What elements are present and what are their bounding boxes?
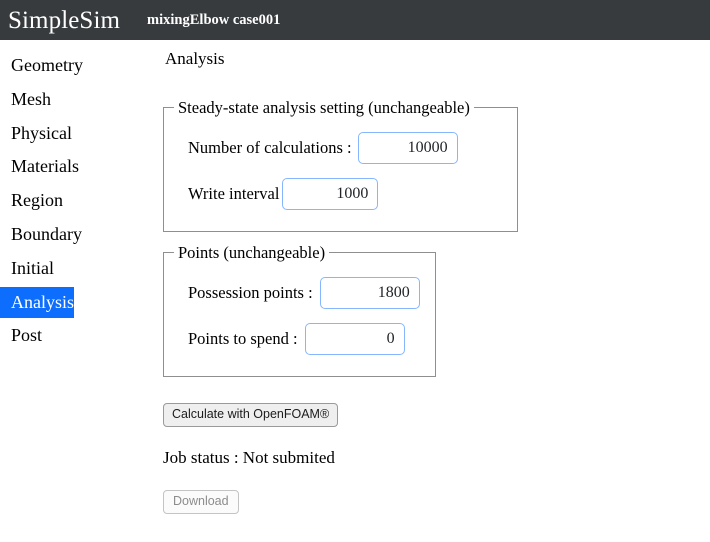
steady-state-settings-panel: Steady-state analysis setting (unchangea… [163, 97, 518, 232]
write-interval-row: Write interval [188, 177, 507, 210]
sidebar-row: Geometry [0, 50, 160, 84]
sidebar-nav: Geometry Mesh Physical Materials Region … [0, 40, 160, 354]
points-to-spend-label: Points to spend : [188, 328, 298, 348]
steady-state-settings-legend: Steady-state analysis setting (unchangea… [178, 97, 470, 117]
sidebar-row: Analysis [0, 286, 160, 321]
sidebar-row: Materials [0, 151, 160, 185]
sidebar-row: Region [0, 185, 160, 219]
write-interval-input[interactable] [282, 177, 379, 210]
points-panel-legend: Points (unchangeable) [178, 242, 326, 262]
sidebar-item-initial[interactable]: Initial [0, 253, 54, 285]
number-of-calculations-input[interactable] [357, 131, 458, 164]
points-to-spend-row: Points to spend : [188, 322, 425, 355]
possession-points-input[interactable] [319, 276, 420, 309]
sidebar-item-boundary[interactable]: Boundary [0, 219, 82, 251]
sidebar-item-geometry[interactable]: Geometry [0, 50, 83, 82]
sidebar-item-materials[interactable]: Materials [0, 151, 79, 183]
possession-points-row: Possession points : [188, 276, 425, 309]
write-interval-label: Write interval [188, 183, 280, 203]
download-button[interactable]: Download [163, 490, 239, 515]
sidebar-row: Post [0, 320, 160, 354]
points-to-spend-input[interactable] [304, 322, 405, 355]
number-of-calculations-label: Number of calculations : [188, 137, 352, 157]
sidebar-row: Mesh [0, 84, 160, 118]
possession-points-label: Possession points : [188, 282, 313, 302]
page-body: Geometry Mesh Physical Materials Region … [0, 40, 710, 515]
number-of-calculations-row: Number of calculations : [188, 131, 507, 164]
app-brand-title: SimpleSim [8, 6, 121, 34]
sidebar-row: Initial [0, 253, 160, 287]
main-content: Analysis Steady-state analysis setting (… [160, 40, 710, 515]
page-title: Analysis [165, 49, 225, 68]
sidebar-item-analysis[interactable]: Analysis [0, 286, 74, 319]
sidebar-item-physical[interactable]: Physical [0, 118, 72, 150]
sidebar-row: Physical [0, 118, 160, 152]
sidebar-row: Boundary [0, 219, 160, 253]
calculate-with-openfoam-button[interactable]: Calculate with OpenFOAM® [163, 402, 339, 427]
points-panel: Points (unchangeable) Possession points … [163, 242, 436, 377]
app-header: SimpleSim mixingElbow case001 [0, 0, 710, 40]
case-name-label: mixingElbow case001 [147, 11, 281, 28]
sidebar-item-post[interactable]: Post [0, 320, 42, 352]
job-status-text: Job status : Not submited [163, 447, 335, 467]
sidebar-item-region[interactable]: Region [0, 185, 63, 217]
sidebar-item-mesh[interactable]: Mesh [0, 84, 51, 116]
